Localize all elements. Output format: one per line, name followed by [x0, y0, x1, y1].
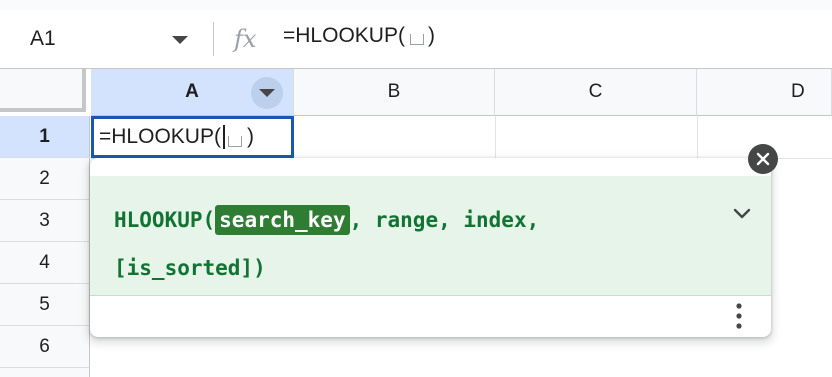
cell-text-suffix: ) — [246, 125, 254, 148]
column-header-b[interactable]: B — [294, 69, 495, 116]
gridline — [495, 116, 496, 158]
argument-placeholder — [409, 34, 424, 45]
chevron-down-icon[interactable] — [172, 36, 188, 44]
row-label: 1 — [39, 125, 50, 147]
more-vertical-icon[interactable] — [735, 302, 743, 330]
formula-text-prefix: =HLOOKUP( — [283, 24, 405, 47]
select-all-corner[interactable] — [0, 69, 86, 112]
top-strip — [0, 0, 832, 10]
row-header-4[interactable]: 4 — [0, 242, 90, 284]
function-name: HLOOKUP( — [114, 208, 216, 232]
formula-bar: A1 fx =HLOOKUP() — [0, 10, 832, 69]
formula-help-popup: HLOOKUP(search_key, range, index, [is_sor… — [90, 144, 778, 337]
name-box-value[interactable]: A1 — [30, 27, 56, 51]
column-label: A — [185, 81, 199, 102]
column-label: B — [387, 81, 401, 102]
dropdown-arrow-icon — [259, 89, 275, 97]
chevron-down-icon[interactable] — [731, 202, 753, 224]
close-button[interactable] — [748, 144, 778, 174]
column-menu-button[interactable] — [251, 77, 283, 109]
name-box[interactable]: A1 — [0, 10, 200, 68]
text-cursor — [222, 125, 225, 149]
row-label: 6 — [39, 335, 50, 357]
formula-input[interactable]: =HLOOKUP() — [283, 24, 435, 48]
close-icon — [756, 152, 770, 166]
row-label: 3 — [39, 209, 50, 231]
formula-bar-divider — [213, 22, 214, 56]
fx-icon: fx — [234, 25, 257, 53]
row-label: 4 — [39, 251, 50, 273]
row-label: 2 — [39, 167, 50, 189]
row-header-5[interactable]: 5 — [0, 284, 90, 326]
column-label: D — [791, 81, 805, 102]
row-header-1[interactable]: 1 — [0, 116, 90, 158]
column-header-c[interactable]: C — [495, 69, 697, 116]
cell-text-prefix: =HLOOKUP( — [99, 125, 221, 148]
argument-placeholder — [227, 136, 242, 147]
row-header-3[interactable]: 3 — [0, 200, 90, 242]
column-label: C — [588, 81, 603, 102]
function-signature: HLOOKUP(search_key, range, index, [is_sor… — [114, 196, 714, 292]
column-header-a[interactable]: A — [91, 69, 294, 116]
active-cell-a1[interactable]: =HLOOKUP() — [91, 116, 294, 158]
active-argument: search_key — [215, 205, 350, 235]
row-header-6[interactable]: 6 — [0, 326, 90, 368]
column-header-d[interactable]: D — [697, 69, 832, 116]
signature-optional-arg: [is_sorted]) — [114, 256, 266, 280]
function-signature-panel[interactable]: HLOOKUP(search_key, range, index, [is_sor… — [90, 176, 771, 296]
gridline — [697, 116, 698, 158]
signature-args: , range, index, — [349, 208, 540, 232]
row-header-7[interactable] — [0, 368, 90, 377]
row-label: 5 — [39, 293, 50, 315]
row-header-2[interactable]: 2 — [0, 158, 90, 200]
formula-text-suffix: ) — [427, 24, 435, 47]
